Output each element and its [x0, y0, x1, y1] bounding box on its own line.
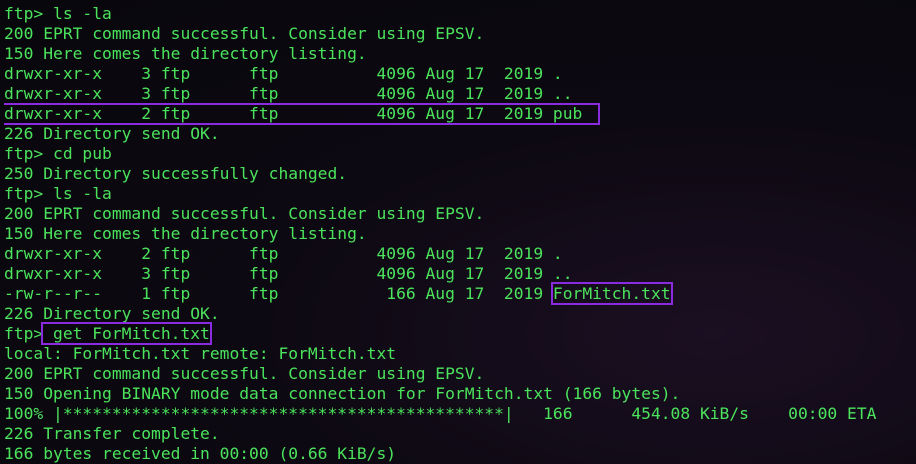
terminal-line: -rw-r--r-- 1 ftp ftp 166 Aug 17 2019 For… — [4, 282, 912, 305]
terminal-line: 150 Here comes the directory listing. — [4, 44, 367, 63]
terminal-line: 226 Transfer complete. — [4, 424, 220, 443]
ftp-prompt: ftp> — [4, 324, 44, 343]
terminal-line: 166 bytes received in 00:00 (0.66 KiB/s) — [4, 444, 397, 463]
terminal-line: 150 Here comes the directory listing. — [4, 224, 367, 243]
terminal-line: local: ForMitch.txt remote: ForMitch.txt — [4, 344, 397, 363]
terminal-line: ftp> get ForMitch.txt — [4, 322, 912, 345]
terminal-line: drwxr-xr-x 3 ftp ftp 4096 Aug 17 2019 .. — [4, 264, 573, 283]
get-command-highlight: get ForMitch.txt — [41, 322, 212, 345]
transfer-progress-line: 100% |**********************************… — [4, 404, 877, 423]
terminal-line: 200 EPRT command successful. Consider us… — [4, 204, 485, 223]
terminal-line: 200 EPRT command successful. Consider us… — [4, 364, 485, 383]
terminal-line: 226 Directory send OK. — [4, 124, 220, 143]
terminal-line: ftp> ls -la — [4, 4, 112, 23]
terminal-line: 250 Directory successfully changed. — [4, 164, 348, 183]
terminal-line: 226 Directory send OK. — [4, 304, 220, 323]
pub-directory-highlight: drwxr-xr-x 2 ftp ftp 4096 Aug 17 2019 pu… — [4, 103, 600, 125]
terminal-line: drwxr-xr-x 3 ftp ftp 4096 Aug 17 2019 . — [4, 64, 563, 83]
terminal-line-highlighted: drwxr-xr-x 2 ftp ftp 4096 Aug 17 2019 pu… — [4, 103, 912, 125]
terminal-line: 150 Opening BINARY mode data connection … — [4, 384, 681, 403]
terminal-line: ftp> ls -la — [4, 184, 112, 203]
terminal-line: 200 EPRT command successful. Consider us… — [4, 24, 485, 43]
terminal-output[interactable]: ftp> ls -la 200 EPRT command successful.… — [4, 4, 912, 464]
file-listing-text: -rw-r--r-- 1 ftp ftp 166 Aug 17 2019 — [4, 284, 553, 303]
terminal-line: drwxr-xr-x 3 ftp ftp 4096 Aug 17 2019 .. — [4, 84, 573, 103]
formitch-filename-highlight: ForMitch.txt — [550, 282, 673, 305]
terminal-line: ftp> cd pub — [4, 144, 112, 163]
terminal-line: drwxr-xr-x 2 ftp ftp 4096 Aug 17 2019 . — [4, 244, 563, 263]
